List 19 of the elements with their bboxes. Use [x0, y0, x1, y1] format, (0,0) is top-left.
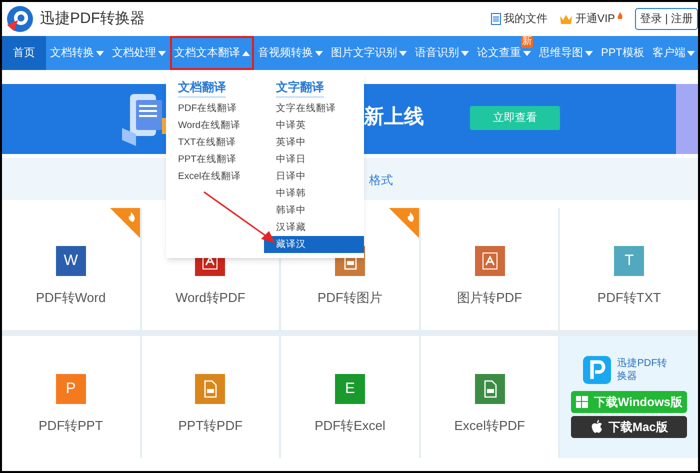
menu-heading: 文字翻译	[276, 78, 324, 98]
new-badge: 新	[521, 36, 533, 48]
file-type-icon: T	[614, 246, 644, 276]
format-text: 格式	[369, 172, 393, 189]
tile-label: PPT转PDF	[178, 417, 243, 435]
banner-headline: 新上线	[364, 104, 424, 130]
tile-label: PDF转Word	[36, 289, 106, 307]
app-name: 迅捷PDF转换器	[617, 357, 668, 383]
tile-label: PDF转PPT	[38, 417, 103, 435]
tile-label: PDF转Excel	[314, 417, 386, 435]
tile-label: PDF转图片	[317, 289, 382, 307]
file-type-icon: P	[56, 374, 86, 404]
tile-label: 图片转PDF	[457, 289, 522, 307]
file-type-icon: W	[56, 246, 86, 276]
tile-label: PDF转TXT	[597, 289, 661, 307]
menu-heading: 文档翻译	[178, 78, 226, 98]
file-type-icon: E	[334, 374, 365, 404]
tile-label: Word转PDF	[175, 289, 246, 307]
tile-label: Excel转PDF	[454, 417, 525, 435]
